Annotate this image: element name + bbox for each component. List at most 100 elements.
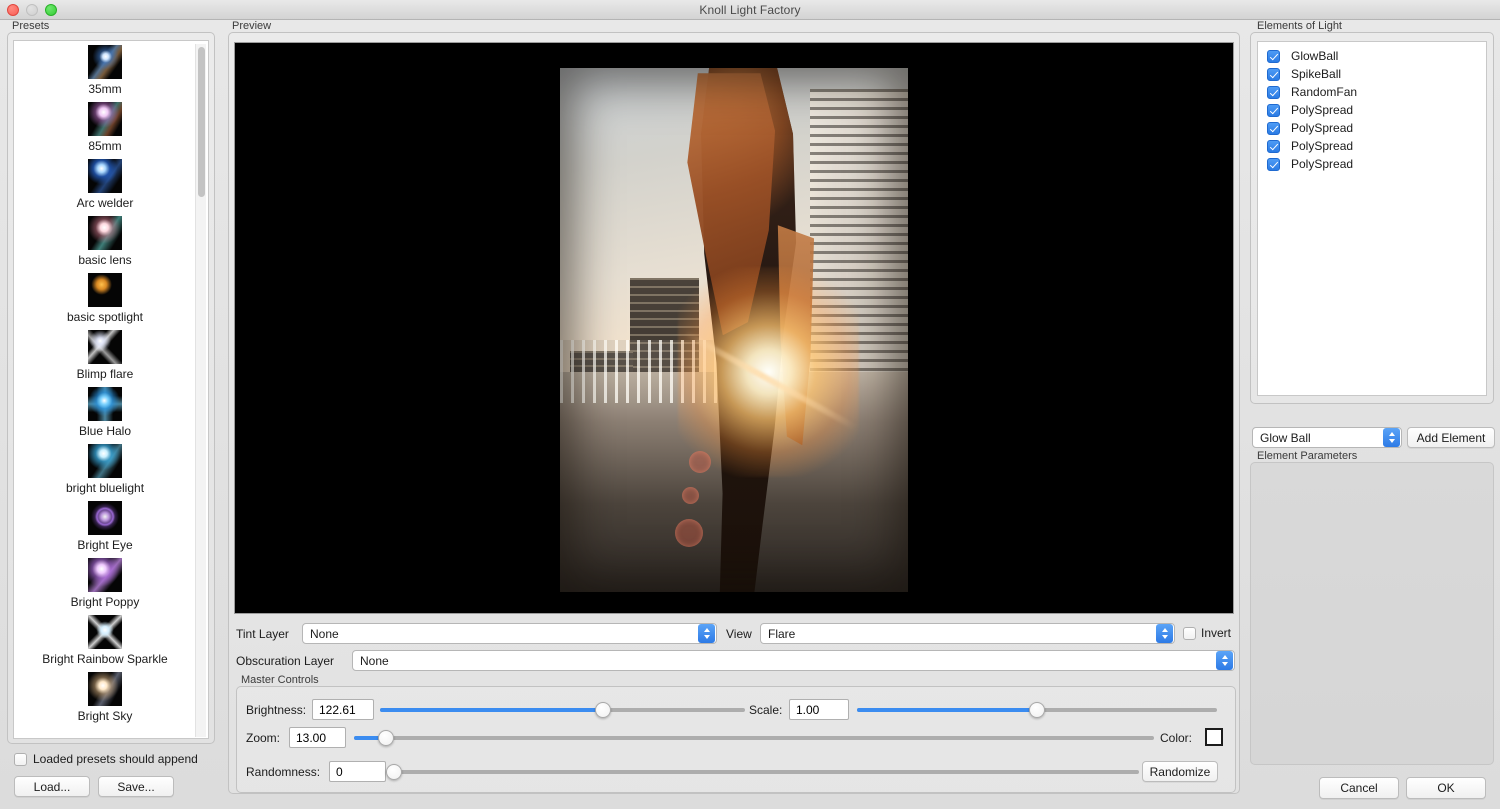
preset-label: Blue Halo bbox=[78, 424, 132, 438]
preset-thumbnail bbox=[88, 159, 122, 193]
scale-slider[interactable] bbox=[857, 700, 1217, 720]
element-row[interactable]: GlowBall bbox=[1258, 47, 1486, 65]
invert-label: Invert bbox=[1201, 626, 1232, 640]
randomize-button[interactable]: Randomize bbox=[1142, 761, 1218, 782]
element-enabled-checkbox[interactable] bbox=[1267, 67, 1280, 81]
preset-item[interactable]: Arc welder bbox=[14, 159, 196, 214]
preset-label: Blimp flare bbox=[76, 367, 134, 381]
chevron-updown-icon bbox=[1156, 624, 1173, 643]
slider-thumb[interactable] bbox=[594, 702, 611, 718]
view-value: Flare bbox=[768, 626, 796, 641]
preset-label: Bright Rainbow Sparkle bbox=[42, 652, 168, 666]
slider-track bbox=[394, 770, 1139, 774]
add-element-button[interactable]: Add Element bbox=[1407, 427, 1495, 448]
preset-item[interactable]: basic spotlight bbox=[14, 273, 196, 328]
elements-of-light-list[interactable]: GlowBall SpikeBall RandomFan PolySpread Poly… bbox=[1257, 41, 1487, 396]
close-window-button[interactable] bbox=[7, 4, 19, 16]
zoom-window-button[interactable] bbox=[45, 4, 57, 16]
slider-thumb[interactable] bbox=[378, 730, 394, 746]
preset-label: bright bluelight bbox=[65, 481, 145, 495]
element-row[interactable]: PolySpread bbox=[1258, 119, 1486, 137]
preset-label: Bright Poppy bbox=[70, 595, 140, 609]
view-label: View bbox=[726, 627, 752, 641]
preset-thumbnail bbox=[88, 672, 122, 706]
element-type-select[interactable]: Glow Ball bbox=[1252, 427, 1402, 448]
zoom-slider[interactable] bbox=[354, 728, 1154, 748]
element-row[interactable]: RandomFan bbox=[1258, 83, 1486, 101]
preset-item[interactable]: 85mm bbox=[14, 102, 196, 157]
load-presets-button[interactable]: Load... bbox=[14, 776, 90, 797]
preset-thumbnail bbox=[88, 387, 122, 421]
obscuration-layer-label: Obscuration Layer bbox=[236, 654, 335, 668]
lens-flare-core bbox=[678, 267, 860, 477]
knoll-light-factory-window: Knoll Light Factory Presets 35mm 85mm Arc … bbox=[0, 0, 1500, 809]
preset-thumbnail bbox=[88, 558, 122, 592]
loaded-presets-append-row[interactable]: Loaded presets should append bbox=[14, 752, 198, 766]
presets-scrollbar-thumb[interactable] bbox=[198, 47, 205, 197]
chevron-updown-icon bbox=[1216, 651, 1233, 670]
preset-item[interactable]: Bright Sky bbox=[14, 672, 196, 727]
brightness-slider[interactable] bbox=[380, 700, 745, 720]
invert-checkbox[interactable] bbox=[1183, 626, 1196, 640]
scale-label: Scale: bbox=[749, 703, 783, 717]
preset-label: Bright Sky bbox=[77, 709, 133, 723]
element-enabled-checkbox[interactable] bbox=[1267, 157, 1280, 171]
element-parameters-panel bbox=[1250, 462, 1494, 765]
invert-row[interactable]: Invert bbox=[1183, 626, 1231, 640]
element-name: PolySpread bbox=[1291, 121, 1354, 135]
scale-input[interactable]: 1.00 bbox=[789, 699, 849, 720]
preview-image bbox=[560, 68, 908, 592]
lens-flare-ghost bbox=[688, 450, 711, 473]
preset-item[interactable]: Bright Rainbow Sparkle bbox=[14, 615, 196, 670]
lens-flare-ghost bbox=[681, 487, 699, 505]
ok-button[interactable]: OK bbox=[1406, 777, 1486, 799]
randomness-slider[interactable] bbox=[386, 762, 1139, 782]
preset-item[interactable]: 35mm bbox=[14, 45, 196, 100]
preset-label: Bright Eye bbox=[77, 538, 133, 552]
element-enabled-checkbox[interactable] bbox=[1267, 49, 1280, 63]
slider-thumb[interactable] bbox=[1029, 702, 1045, 718]
preset-item[interactable]: Blimp flare bbox=[14, 330, 196, 385]
slider-track bbox=[354, 736, 1154, 740]
cancel-button[interactable]: Cancel bbox=[1319, 777, 1399, 799]
loaded-presets-append-checkbox[interactable] bbox=[14, 752, 27, 766]
presets-list[interactable]: 35mm 85mm Arc welder basic lens basic spotli… bbox=[13, 40, 209, 739]
minimize-window-button[interactable] bbox=[26, 4, 38, 16]
preset-item[interactable]: Bright Eye bbox=[14, 501, 196, 556]
chevron-updown-icon bbox=[698, 624, 715, 643]
obscuration-layer-select[interactable]: None bbox=[352, 650, 1235, 671]
elements-of-light-label: Elements of Light bbox=[1257, 20, 1342, 32]
view-select[interactable]: Flare bbox=[760, 623, 1175, 644]
brightness-input[interactable]: 122.61 bbox=[312, 699, 374, 720]
tint-layer-value: None bbox=[310, 626, 339, 641]
presets-group-label: Presets bbox=[12, 20, 50, 32]
obscuration-layer-value: None bbox=[360, 653, 389, 668]
tint-layer-select[interactable]: None bbox=[302, 623, 717, 644]
element-name: GlowBall bbox=[1291, 49, 1339, 63]
color-swatch-button[interactable] bbox=[1205, 728, 1223, 746]
window-controls bbox=[7, 4, 57, 16]
zoom-input[interactable]: 13.00 bbox=[289, 727, 346, 748]
preset-item[interactable]: Bright Poppy bbox=[14, 558, 196, 613]
preset-label: Arc welder bbox=[76, 196, 134, 210]
randomness-input[interactable]: 0 bbox=[329, 761, 386, 782]
slider-thumb[interactable] bbox=[386, 764, 402, 780]
element-row[interactable]: PolySpread bbox=[1258, 101, 1486, 119]
element-enabled-checkbox[interactable] bbox=[1267, 139, 1280, 153]
preset-item[interactable]: bright bluelight bbox=[14, 444, 196, 499]
preset-label: basic lens bbox=[78, 253, 132, 267]
element-row[interactable]: PolySpread bbox=[1258, 155, 1486, 173]
element-enabled-checkbox[interactable] bbox=[1267, 103, 1280, 117]
preset-thumbnail bbox=[88, 501, 122, 535]
element-enabled-checkbox[interactable] bbox=[1267, 85, 1280, 99]
save-presets-button[interactable]: Save... bbox=[98, 776, 174, 797]
title-bar: Knoll Light Factory bbox=[0, 0, 1500, 20]
preset-item[interactable]: basic lens bbox=[14, 216, 196, 271]
presets-scrollbar[interactable] bbox=[195, 44, 206, 737]
slider-fill bbox=[857, 708, 1037, 712]
element-row[interactable]: PolySpread bbox=[1258, 137, 1486, 155]
element-row[interactable]: SpikeBall bbox=[1258, 65, 1486, 83]
preset-item[interactable]: Blue Halo bbox=[14, 387, 196, 442]
preview-canvas[interactable] bbox=[234, 42, 1234, 614]
element-enabled-checkbox[interactable] bbox=[1267, 121, 1280, 135]
